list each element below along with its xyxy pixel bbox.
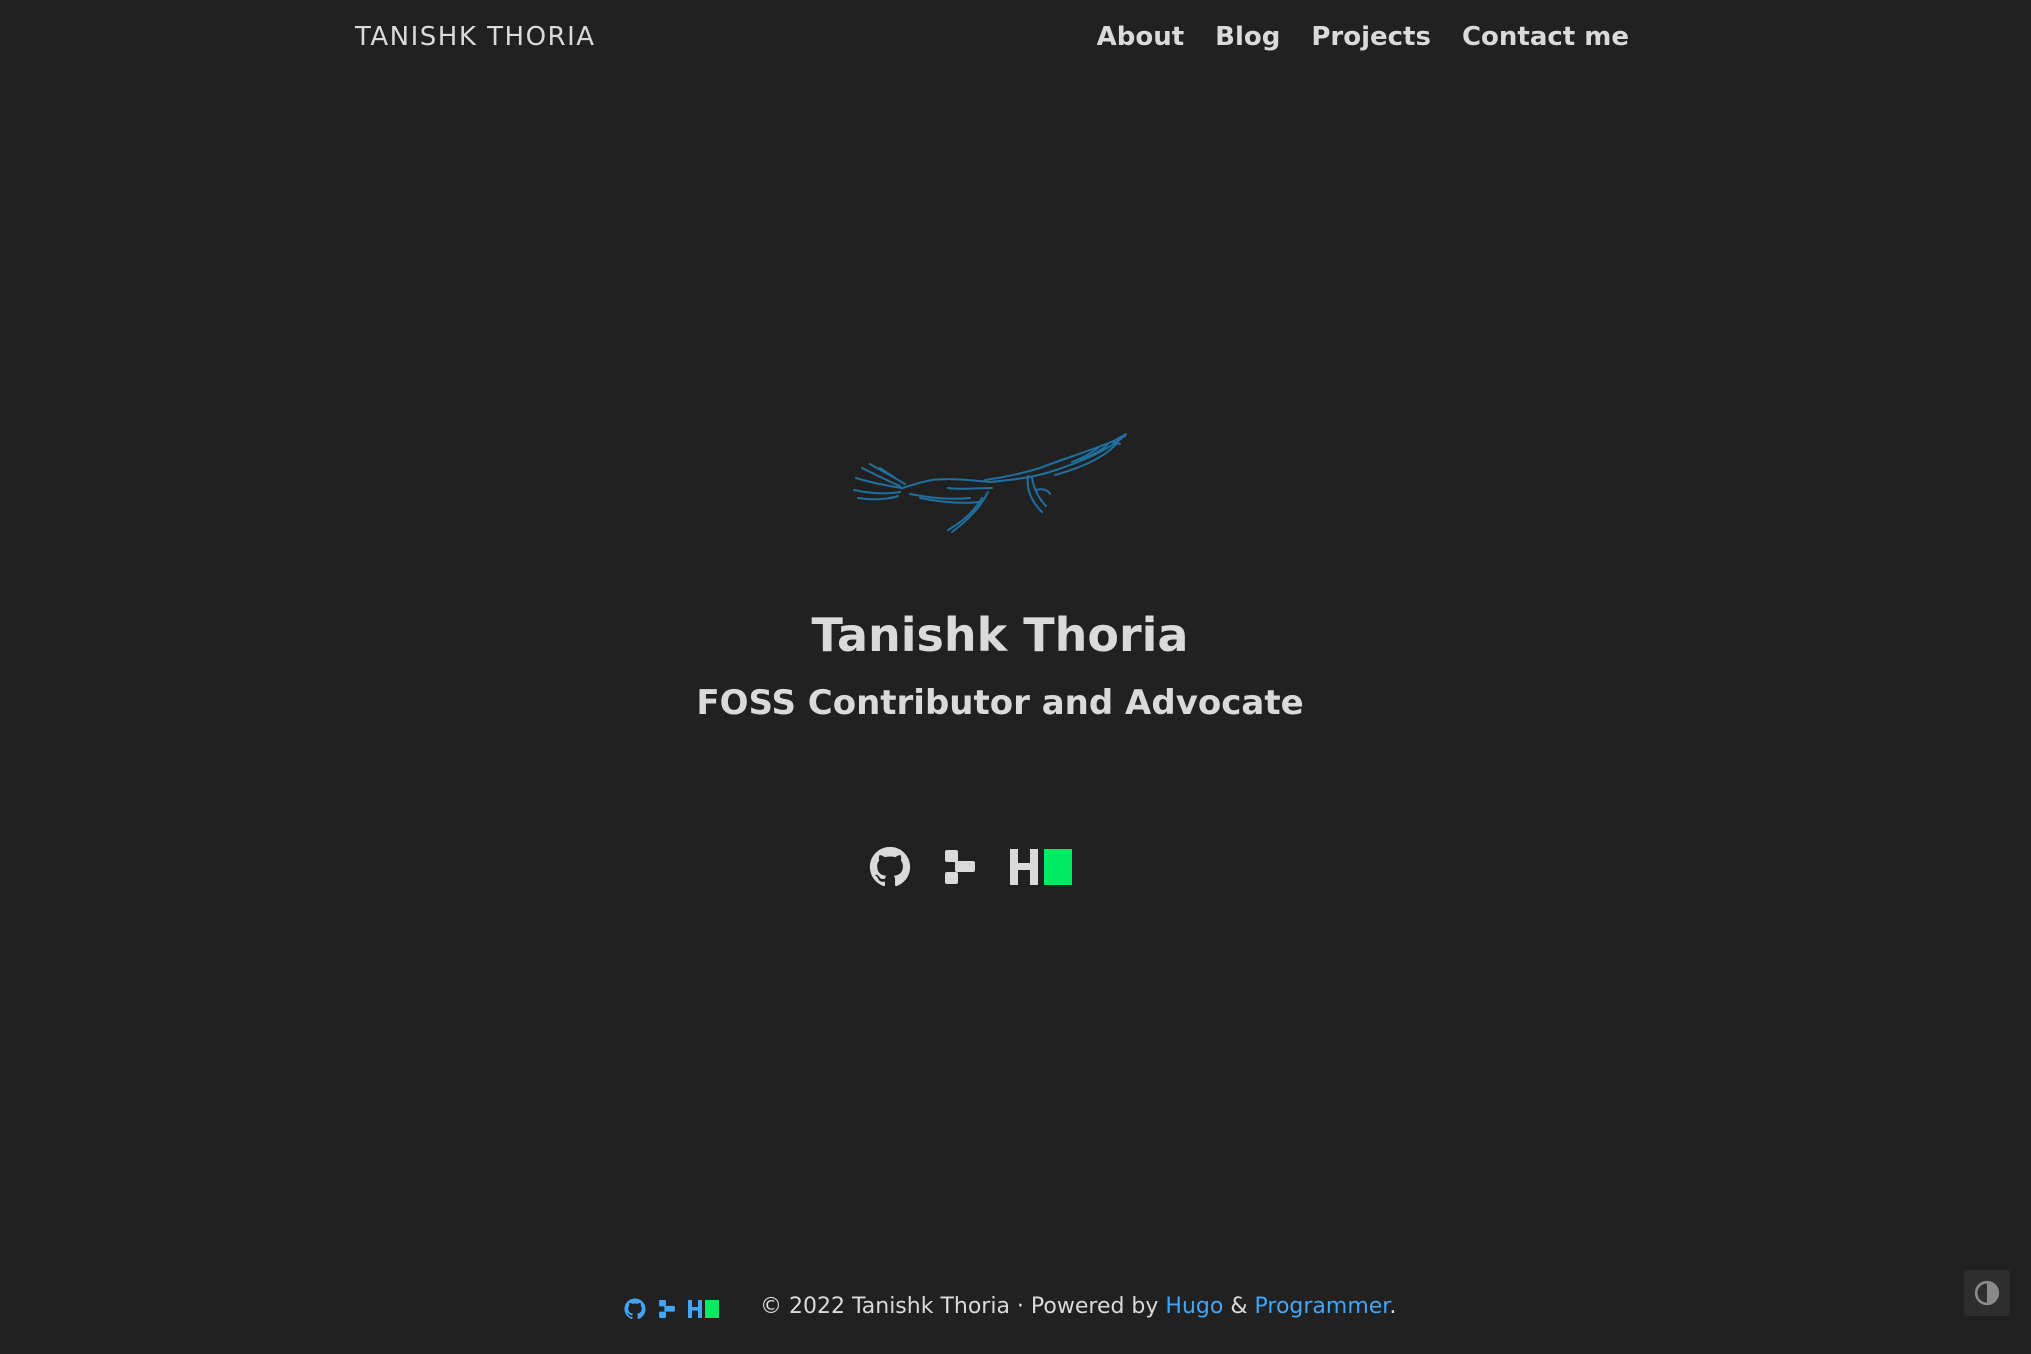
brand-link[interactable]: TANISHK THORIA <box>355 22 596 52</box>
nav-blog[interactable]: Blog <box>1215 22 1280 52</box>
soaring-bird-logo <box>853 433 1127 533</box>
hero-subtitle: FOSS Contributor and Advocate <box>696 683 1304 723</box>
contrast-icon <box>1974 1280 2000 1306</box>
nav-projects[interactable]: Projects <box>1311 22 1431 52</box>
gitlab-link[interactable] <box>942 845 978 889</box>
github-link[interactable] <box>868 845 912 889</box>
hugo-link[interactable]: Hugo <box>1165 1294 1223 1319</box>
period: . <box>1389 1294 1397 1319</box>
footer-hackerrank-link[interactable] <box>688 1299 720 1319</box>
footer-copyright: © 2022 Tanishk Thoria · Powered by Hugo … <box>760 1294 1396 1319</box>
programmer-link[interactable]: Programmer <box>1255 1294 1390 1319</box>
hackerrank-icon <box>688 1300 719 1318</box>
social-links <box>868 845 1076 889</box>
ampersand: & <box>1230 1294 1248 1319</box>
theme-toggle-button[interactable] <box>1964 1270 2010 1316</box>
github-icon <box>869 846 911 887</box>
copyright-text: © 2022 Tanishk Thoria · Powered by <box>760 1294 1159 1319</box>
hackerrank-link[interactable] <box>1008 845 1076 889</box>
github-icon <box>624 1298 646 1320</box>
footer-github-link[interactable] <box>624 1298 646 1320</box>
gitlab-icon <box>945 850 975 884</box>
footer-social-links <box>624 1298 720 1320</box>
gitlab-icon <box>659 1300 675 1318</box>
hero-title: Tanishk Thoria <box>811 608 1189 662</box>
nav-contact[interactable]: Contact me <box>1462 22 1629 52</box>
site-header: TANISHK THORIA About Blog Projects Conta… <box>0 0 2031 80</box>
footer-gitlab-link[interactable] <box>658 1299 676 1319</box>
nav-about[interactable]: About <box>1097 22 1185 52</box>
hackerrank-icon <box>1010 849 1072 885</box>
site-footer: © 2022 Tanishk Thoria · Powered by Hugo … <box>0 1290 2031 1330</box>
main-nav: About Blog Projects Contact me <box>1097 22 1629 52</box>
